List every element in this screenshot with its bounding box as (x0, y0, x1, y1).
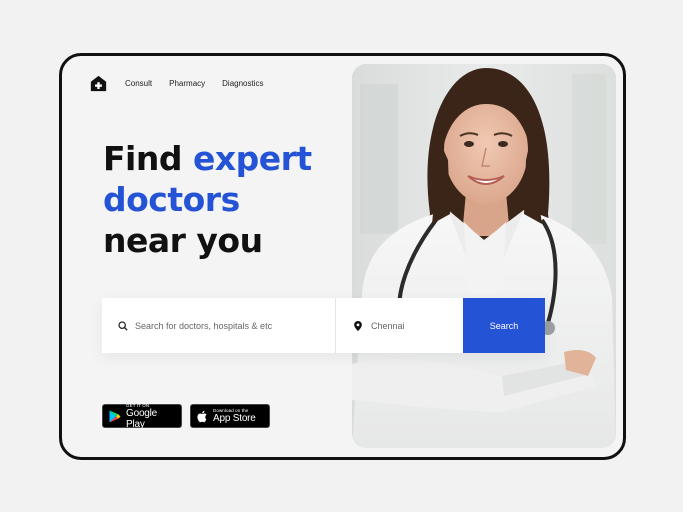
doctor-illustration (352, 64, 616, 448)
headline-word-doctors: doctors (103, 180, 240, 219)
headline-line-1: Find expert (103, 138, 312, 179)
google-play-badge[interactable]: GET IT ON Google Play (102, 403, 182, 430)
nav-link-pharmacy[interactable]: Pharmacy (169, 79, 205, 88)
landing-card: Consult Pharmacy Diagnostics Find expert… (59, 53, 626, 460)
app-store-text: Download on the App Store (213, 408, 256, 424)
search-button[interactable]: Search (463, 298, 545, 353)
headline-word-expert: expert (192, 139, 312, 178)
app-store-big-label: App Store (213, 413, 256, 424)
doctor-search-bar: Search (102, 298, 545, 353)
app-store-badge[interactable]: Download on the App Store (190, 404, 270, 428)
google-play-big-label: Google Play (126, 407, 158, 430)
hero-headline: Find expert doctors near you (103, 138, 312, 261)
location-field[interactable] (336, 298, 463, 353)
search-icon (118, 320, 128, 331)
apple-icon (197, 410, 207, 422)
nav-link-consult[interactable]: Consult (125, 79, 152, 88)
headline-word-near-you: near you (103, 221, 263, 260)
google-play-text: GET IT ON Google Play (126, 403, 174, 430)
headline-word-find: Find (103, 139, 182, 178)
app-store-badges: GET IT ON Google Play Download on the Ap… (102, 403, 278, 430)
search-input[interactable] (135, 320, 315, 331)
home-plus-icon[interactable] (90, 75, 107, 92)
google-play-icon (109, 410, 121, 422)
search-query-field[interactable] (102, 298, 335, 353)
doctor-photo (352, 64, 616, 448)
top-nav: Consult Pharmacy Diagnostics (90, 75, 281, 92)
location-input[interactable] (371, 320, 461, 331)
nav-link-diagnostics[interactable]: Diagnostics (222, 79, 263, 88)
location-pin-icon (354, 320, 362, 331)
